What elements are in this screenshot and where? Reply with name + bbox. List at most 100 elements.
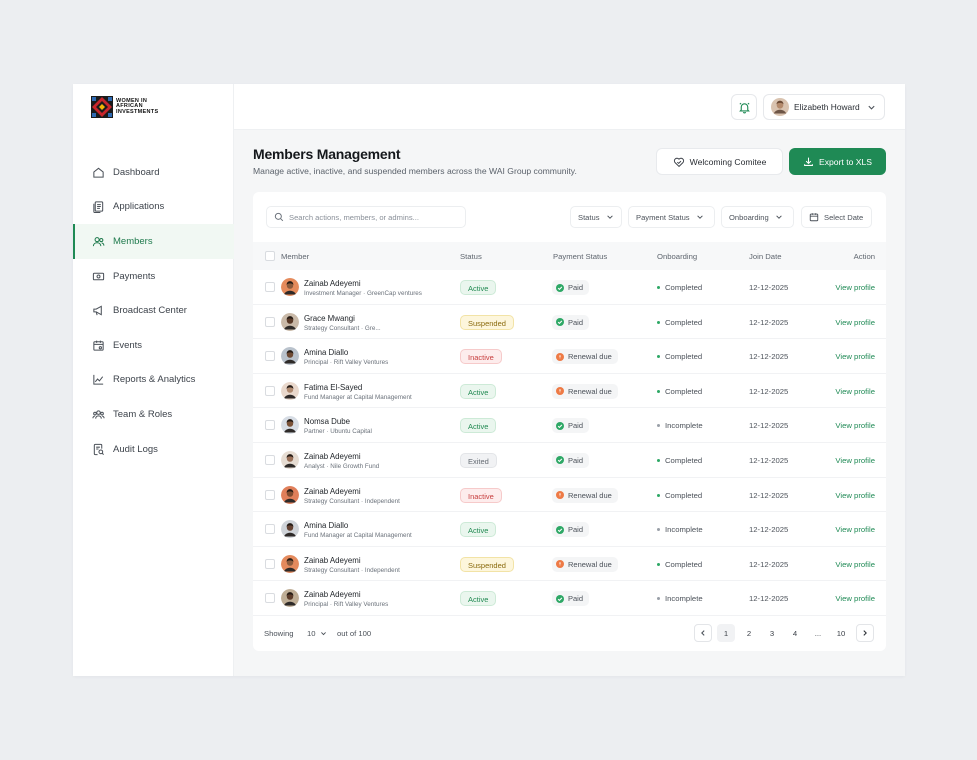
export-xls-button[interactable]: Export to XLS — [789, 148, 886, 175]
row-checkbox[interactable] — [265, 385, 275, 396]
select-all-checkbox[interactable] — [265, 251, 275, 261]
payment-status-label: Renewal due — [568, 386, 612, 396]
table-row: Amina Diallo Fund Manager at Capital Mana… — [253, 512, 886, 547]
payment-status-badge: Paid — [552, 452, 590, 468]
avatar — [281, 416, 299, 435]
sidebar-item-broadcast-center[interactable]: Broadcast Center — [73, 293, 234, 328]
view-profile-link[interactable]: View profile — [835, 491, 875, 500]
onboarding-label: Completed — [665, 386, 703, 396]
sidebar-item-events[interactable]: Events — [73, 328, 234, 363]
table-row: Grace Mwangi Strategy Consultant · Gre...… — [253, 305, 886, 340]
check-circle-icon — [556, 525, 564, 534]
view-profile-link[interactable]: View profile — [835, 387, 875, 396]
payment-status-filter[interactable]: Payment Status — [628, 206, 715, 228]
join-date: 12-12-2025 — [749, 317, 789, 327]
sidebar-item-dashboard[interactable]: Dashboard — [73, 155, 234, 190]
row-checkbox[interactable] — [265, 558, 275, 569]
next-page-button[interactable] — [856, 624, 874, 642]
payment-status-label: Renewal due — [568, 559, 612, 569]
status-dot-icon — [657, 597, 660, 601]
column-onboarding[interactable]: Onboarding — [657, 252, 697, 261]
column-member[interactable]: Member — [281, 252, 309, 261]
view-profile-link[interactable]: View profile — [835, 594, 875, 603]
sidebar-item-label: Audit Logs — [113, 443, 158, 455]
row-checkbox[interactable] — [265, 282, 275, 292]
chevron-down-icon — [320, 631, 326, 635]
page-ellipsis: ... — [814, 628, 822, 638]
table-row: Zainab Adeyemi Strategy Consultant · Inde… — [253, 478, 886, 513]
row-checkbox[interactable] — [265, 524, 275, 535]
avatar — [771, 98, 789, 116]
join-date: 12-12-2025 — [749, 594, 789, 604]
sidebar-item-team-roles[interactable]: Team & Roles — [73, 397, 234, 432]
view-profile-link[interactable]: View profile — [835, 352, 875, 361]
status-filter[interactable]: Status — [570, 206, 622, 228]
onboarding-status: Completed — [657, 491, 702, 500]
member-role: Strategy Consultant · Gre... — [304, 324, 381, 332]
user-menu[interactable]: Elizabeth Howard — [763, 94, 885, 120]
page-4-button[interactable]: 4 — [786, 624, 804, 642]
onboarding-status: Completed — [657, 560, 702, 569]
table-row: Amina Diallo Principal · Rift Valley Vent… — [253, 339, 886, 374]
view-profile-link[interactable]: View profile — [835, 283, 875, 292]
avatar — [281, 554, 299, 573]
status-dot-icon — [657, 528, 660, 532]
page-1-button[interactable]: 1 — [717, 624, 735, 642]
join-date: 12-12-2025 — [749, 525, 789, 535]
view-profile-link[interactable]: View profile — [835, 525, 875, 534]
avatar — [281, 485, 299, 504]
table-row: Zainab Adeyemi Principal · Rift Valley Ve… — [253, 581, 886, 616]
onboarding-label: Incomplete — [665, 421, 703, 431]
column-join-date[interactable]: Join Date — [749, 252, 781, 261]
notifications-button[interactable] — [731, 94, 757, 120]
view-profile-link[interactable]: View profile — [835, 318, 875, 327]
select-date-button[interactable]: Select Date — [801, 206, 872, 228]
sidebar-item-applications[interactable]: Applications — [73, 190, 234, 225]
brand-logo[interactable]: WOMEN IN AFRICAN INVESTMENTS — [91, 96, 158, 118]
payment-status-filter-label: Payment Status — [636, 212, 690, 222]
view-profile-link[interactable]: View profile — [835, 421, 875, 430]
search-placeholder: Search actions, members, or admins... — [289, 212, 419, 222]
view-profile-link[interactable]: View profile — [835, 560, 875, 569]
sidebar-item-audit-logs[interactable]: Audit Logs — [73, 432, 234, 467]
view-profile-link[interactable]: View profile — [835, 456, 875, 465]
documents-icon — [93, 201, 104, 214]
check-circle-icon — [556, 283, 564, 292]
sidebar-item-label: Payments — [113, 270, 156, 282]
onboarding-filter[interactable]: Onboarding — [721, 206, 794, 228]
row-checkbox[interactable] — [265, 489, 275, 500]
payment-status-label: Paid — [568, 525, 584, 535]
welcoming-committee-button[interactable]: Welcoming Comitee — [656, 148, 783, 175]
page-size-select[interactable]: 10 — [303, 625, 331, 641]
row-checkbox[interactable] — [265, 454, 275, 465]
sidebar-item-members[interactable]: Members — [73, 224, 234, 259]
prev-page-button[interactable] — [694, 624, 712, 642]
row-checkbox[interactable] — [265, 351, 275, 362]
column-payment-status[interactable]: Payment Status — [553, 252, 607, 261]
sidebar-item-reports-analytics[interactable]: Reports & Analytics — [73, 363, 234, 398]
sidebar-item-label: Events — [113, 339, 143, 351]
sidebar-item-payments[interactable]: Payments — [73, 259, 234, 294]
member-role: Partner · Ubuntu Capital — [304, 428, 372, 436]
column-status[interactable]: Status — [460, 252, 482, 261]
chevron-down-icon — [606, 215, 613, 219]
members-table-body: Zainab Adeyemi Investment Manager · Green… — [253, 270, 886, 616]
app-window: WOMEN IN AFRICAN INVESTMENTS Dashboard A… — [73, 84, 905, 676]
member-name: Zainab Adeyemi — [304, 279, 361, 288]
page-3-button[interactable]: 3 — [763, 624, 781, 642]
avatar — [281, 381, 299, 400]
payment-status-label: Renewal due — [568, 352, 612, 362]
row-checkbox[interactable] — [265, 593, 275, 604]
onboarding-status: Incomplete — [657, 525, 703, 534]
onboarding-status: Completed — [657, 387, 702, 396]
page-2-button[interactable]: 2 — [740, 624, 758, 642]
total-count-label: out of 100 — [337, 629, 372, 638]
row-checkbox[interactable] — [265, 316, 275, 327]
page-10-button[interactable]: 10 — [832, 624, 850, 642]
status-badge: Active — [460, 280, 497, 295]
payment-status-badge: Paid — [552, 314, 590, 330]
member-role: Strategy Consultant · Independent — [304, 566, 400, 574]
row-checkbox[interactable] — [265, 420, 275, 431]
status-badge: Inactive — [460, 349, 502, 365]
search-input[interactable]: Search actions, members, or admins... — [266, 206, 466, 228]
